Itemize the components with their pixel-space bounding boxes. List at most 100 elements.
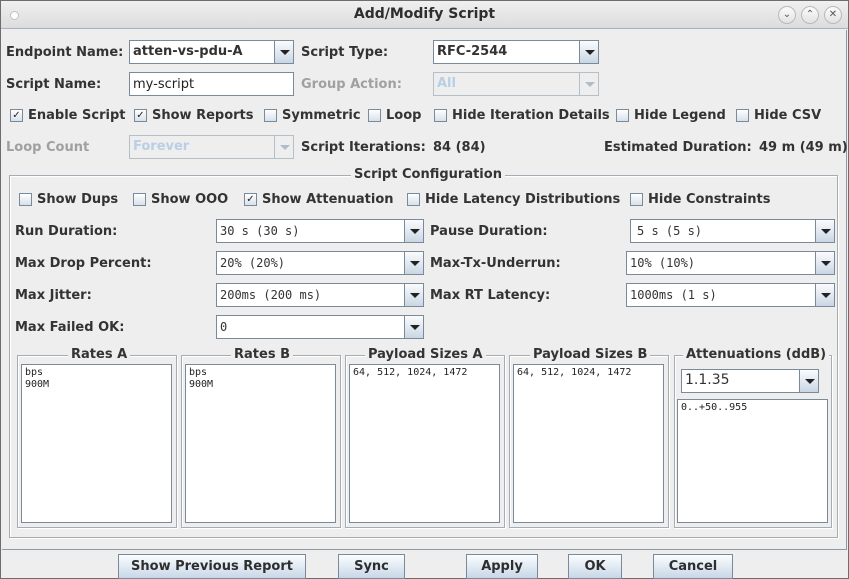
rates-b-textarea[interactable]: bps 900M [185,364,336,523]
script-configuration-title: Script Configuration [351,167,505,182]
attenuator-value: 1.1.35 [685,372,730,388]
chevron-down-icon[interactable] [404,284,423,306]
loop-label: Loop [386,108,422,123]
payload-sizes-a-title: Payload Sizes A [365,347,486,362]
show-attenuation-label: Show Attenuation [262,192,394,207]
chevron-down-icon[interactable] [815,252,834,274]
close-icon[interactable]: ✕ [824,6,842,24]
max-drop-percent-select[interactable]: 20% (20%) [216,251,424,275]
minimize-icon[interactable]: ⌄ [778,6,796,24]
rates-a-textarea[interactable]: bps 900M [21,364,172,523]
show-reports-label: Show Reports [152,108,254,123]
checkbox-checked-icon[interactable]: ✓ [10,109,23,122]
pause-duration-label: Pause Duration: [430,224,548,239]
payload-sizes-b-title: Payload Sizes B [530,347,651,362]
attenuations-textarea[interactable]: 0..+50..955 [677,399,828,523]
cancel-button[interactable]: Cancel [653,554,733,579]
checkbox-unchecked-icon[interactable] [264,109,277,122]
estimated-duration-label: Estimated Duration: [604,140,752,155]
run-duration-select[interactable]: 30 s (30 s) [216,219,424,243]
max-failed-ok-value: 0 [220,320,228,334]
title-bar[interactable]: Add/Modify Script ⌄ ⌃ ✕ [1,1,848,29]
hide-csv-label: Hide CSV [754,108,822,123]
hide-latency-distributions-checkbox[interactable]: Hide Latency Distributions [407,192,620,207]
ok-button[interactable]: OK [568,554,622,579]
show-reports-checkbox[interactable]: ✓ Show Reports [134,108,254,123]
loop-count-value: Forever [133,139,190,154]
window-title: Add/Modify Script [353,6,496,22]
max-failed-ok-select[interactable]: 0 [216,315,424,339]
loop-checkbox[interactable]: Loop [368,108,421,123]
checkbox-unchecked-icon[interactable] [368,109,381,122]
show-previous-report-button[interactable]: Show Previous Report [118,554,306,579]
max-jitter-select[interactable]: 200ms (200 ms) [216,283,424,307]
estimated-duration-value: 49 m (49 m) [759,140,848,155]
max-drop-percent-value: 20% (20%) [220,256,286,270]
chevron-down-icon[interactable] [579,41,598,63]
hide-legend-checkbox[interactable]: Hide Legend [616,108,726,123]
pause-duration-select[interactable]: 5 s (5 s) [630,219,835,243]
hide-iteration-details-checkbox[interactable]: Hide Iteration Details [434,108,610,123]
dialog-body: Endpoint Name: atten-vs-pdu-A Script Typ… [2,30,848,550]
hide-latency-distributions-label: Hide Latency Distributions [425,192,621,207]
chevron-down-icon[interactable] [799,370,818,392]
run-duration-label: Run Duration: [15,224,118,239]
group-action-select[interactable]: All [433,72,599,96]
checkbox-unchecked-icon[interactable] [616,109,629,122]
enable-script-checkbox[interactable]: ✓ Enable Script [10,108,125,123]
maximize-icon[interactable]: ⌃ [801,6,819,24]
max-tx-underrun-label: Max-Tx-Underrun: [430,256,561,271]
chevron-down-icon[interactable] [815,220,834,242]
script-iterations-label: Script Iterations: [301,140,426,155]
pause-duration-value: 5 s (5 s) [637,224,703,238]
script-iterations-value: 84 (84) [433,140,486,155]
max-rt-latency-select[interactable]: 1000ms (1 s) [626,283,835,307]
sync-button[interactable]: Sync [338,554,405,579]
hide-constraints-checkbox[interactable]: Hide Constraints [630,192,771,207]
payload-sizes-a-textarea[interactable]: 64, 512, 1024, 1472 [349,364,500,523]
payload-sizes-b-textarea[interactable]: 64, 512, 1024, 1472 [513,364,664,523]
endpoint-name-select[interactable]: atten-vs-pdu-A [129,40,294,64]
checkbox-unchecked-icon[interactable] [736,109,749,122]
loop-count-label: Loop Count [6,140,90,155]
script-name-input[interactable] [130,73,293,95]
symmetric-checkbox[interactable]: Symmetric [264,108,361,123]
max-rt-latency-value: 1000ms (1 s) [630,288,717,302]
chevron-down-icon[interactable] [274,136,293,158]
checkbox-unchecked-icon[interactable] [434,109,447,122]
show-dups-label: Show Dups [37,192,119,207]
group-action-label: Group Action: [301,77,402,92]
hide-legend-label: Hide Legend [634,108,726,123]
chevron-down-icon[interactable] [815,284,834,306]
chevron-down-icon[interactable] [404,316,423,338]
loop-count-select[interactable]: Forever [129,135,294,159]
checkbox-unchecked-icon[interactable] [407,193,420,206]
attenuations-title: Attenuations (ddB) [683,347,830,362]
script-type-select[interactable]: RFC-2544 [433,40,599,64]
checkbox-unchecked-icon[interactable] [133,193,146,206]
chevron-down-icon[interactable] [404,220,423,242]
hide-iteration-details-label: Hide Iteration Details [452,108,610,123]
show-dups-checkbox[interactable]: Show Dups [19,192,118,207]
checkbox-checked-icon[interactable]: ✓ [134,109,147,122]
hide-csv-checkbox[interactable]: Hide CSV [736,108,821,123]
max-drop-percent-label: Max Drop Percent: [15,256,152,271]
chevron-down-icon[interactable] [404,252,423,274]
apply-button[interactable]: Apply [466,554,538,579]
show-attenuation-checkbox[interactable]: ✓ Show Attenuation [244,192,394,207]
script-name-field[interactable] [129,72,294,96]
group-action-value: All [437,76,456,91]
script-type-value: RFC-2544 [437,44,508,59]
checkbox-unchecked-icon[interactable] [19,193,32,206]
add-modify-script-dialog: Add/Modify Script ⌄ ⌃ ✕ Endpoint Name: a… [0,0,849,579]
enable-script-label: Enable Script [28,108,126,123]
chevron-down-icon[interactable] [274,41,293,63]
max-jitter-label: Max Jitter: [15,288,92,303]
checkbox-unchecked-icon[interactable] [630,193,643,206]
show-ooo-checkbox[interactable]: Show OOO [133,192,228,207]
script-type-label: Script Type: [301,45,389,60]
max-tx-underrun-select[interactable]: 10% (10%) [626,251,835,275]
checkbox-checked-icon[interactable]: ✓ [244,193,257,206]
chevron-down-icon[interactable] [579,73,598,95]
attenuator-select[interactable]: 1.1.35 [681,369,819,393]
